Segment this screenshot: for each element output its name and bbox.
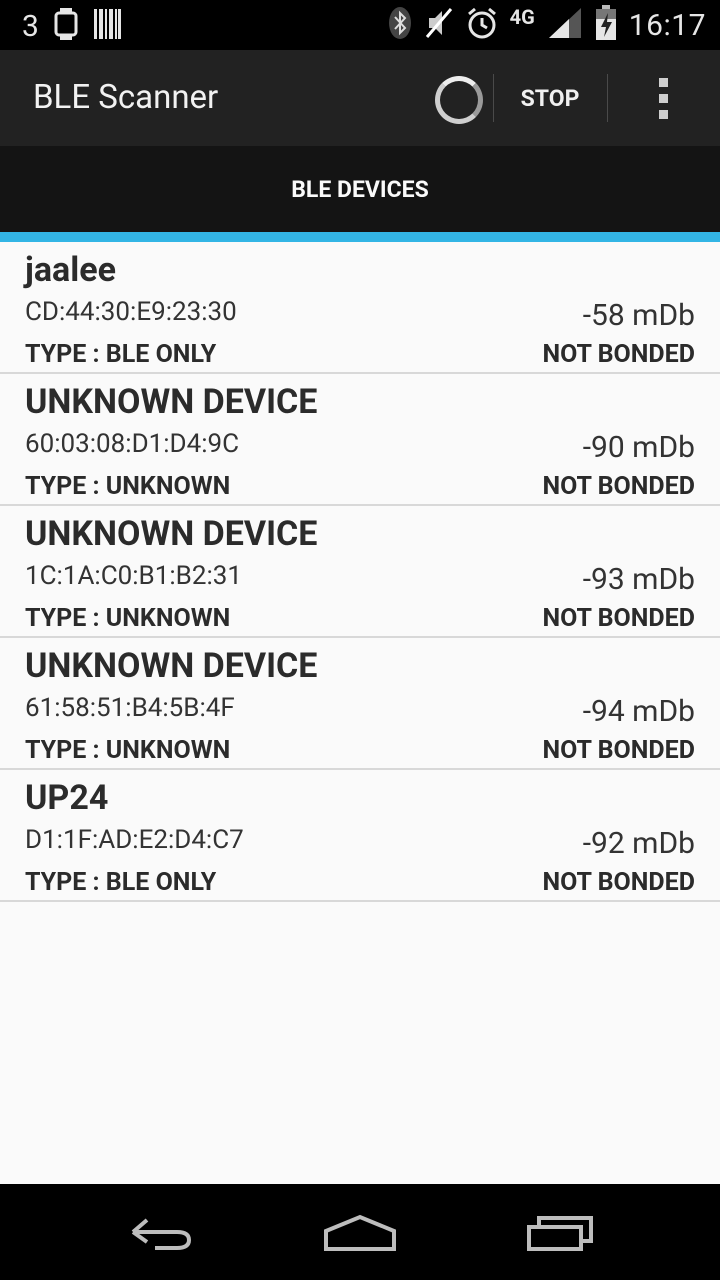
device-rssi: -93 mDb [582, 562, 695, 597]
recent-apps-icon[interactable] [516, 1202, 606, 1262]
alarm-icon [466, 7, 498, 43]
device-type: TYPE : UNKNOWN [25, 604, 231, 633]
device-address: 61:58:51:B4:5B:4F [25, 693, 235, 723]
overflow-menu-icon[interactable] [640, 50, 686, 146]
tab-indicator [0, 232, 720, 242]
device-row[interactable]: UNKNOWN DEVICE 61:58:51:B4:5B:4F -94 mDb… [0, 638, 720, 770]
device-type: TYPE : BLE ONLY [25, 868, 217, 897]
navigation-bar [0, 1184, 720, 1280]
home-icon[interactable] [315, 1202, 405, 1262]
device-row[interactable]: UP24 D1:1F:AD:E2:D4:C7 -92 mDb TYPE : BL… [0, 770, 720, 902]
bluetooth-icon [388, 6, 412, 44]
scanning-progress-spinner [435, 76, 483, 124]
network-type: 4G [509, 5, 535, 29]
bond-state: NOT BONDED [542, 868, 695, 897]
status-bar: 3 4G 16:17 [0, 0, 720, 50]
device-name: UP24 [25, 778, 109, 818]
device-type: TYPE : UNKNOWN [25, 736, 231, 765]
device-rssi: -58 mDb [582, 298, 695, 333]
device-name: jaalee [25, 250, 116, 290]
device-name: UNKNOWN DEVICE [25, 646, 318, 686]
device-type: TYPE : UNKNOWN [25, 472, 231, 501]
action-bar: BLE Scanner STOP [0, 50, 720, 146]
divider [607, 74, 608, 122]
device-rssi: -94 mDb [582, 694, 695, 729]
device-address: 60:03:08:D1:D4:9C [25, 429, 240, 459]
watch-icon [53, 7, 79, 45]
device-address: 1C:1A:C0:B1:B2:31 [25, 561, 242, 591]
device-rssi: -92 mDb [582, 826, 695, 861]
bond-state: NOT BONDED [542, 736, 695, 765]
signal-icon [547, 6, 583, 44]
back-icon[interactable] [115, 1202, 205, 1262]
barcode-icon [93, 9, 121, 43]
clock: 16:17 [628, 7, 706, 43]
tab-ble-devices[interactable]: BLE DEVICES [0, 146, 720, 232]
bond-state: NOT BONDED [542, 472, 695, 501]
device-list: jaalee CD:44:30:E9:23:30 -58 mDb TYPE : … [0, 242, 720, 1184]
device-name: UNKNOWN DEVICE [25, 514, 318, 554]
device-name: UNKNOWN DEVICE [25, 382, 318, 422]
bond-state: NOT BONDED [542, 340, 695, 369]
device-row[interactable]: UNKNOWN DEVICE 60:03:08:D1:D4:9C -90 mDb… [0, 374, 720, 506]
device-address: D1:1F:AD:E2:D4:C7 [25, 825, 244, 855]
bond-state: NOT BONDED [542, 604, 695, 633]
muted-icon [424, 6, 454, 44]
device-row[interactable]: jaalee CD:44:30:E9:23:30 -58 mDb TYPE : … [0, 242, 720, 374]
device-type: TYPE : BLE ONLY [25, 340, 217, 369]
tab-bar: BLE DEVICES [0, 146, 720, 232]
device-address: CD:44:30:E9:23:30 [25, 297, 237, 327]
device-row[interactable]: UNKNOWN DEVICE 1C:1A:C0:B1:B2:31 -93 mDb… [0, 506, 720, 638]
battery-charging-icon [595, 5, 617, 45]
device-rssi: -90 mDb [582, 430, 695, 465]
stop-button[interactable]: STOP [494, 50, 606, 146]
app-title: BLE Scanner [33, 78, 219, 117]
notification-count: 3 [22, 8, 39, 44]
